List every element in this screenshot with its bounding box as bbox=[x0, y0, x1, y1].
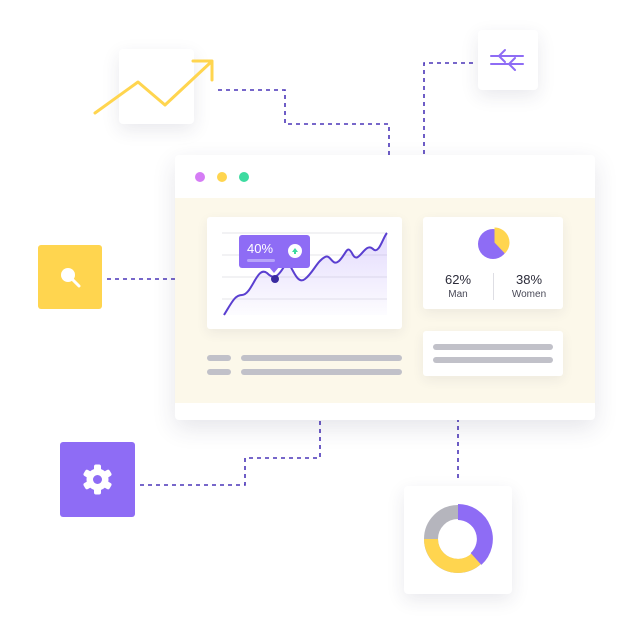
placeholder-bar bbox=[207, 369, 231, 375]
placeholder-bar bbox=[241, 355, 402, 361]
placeholder-bar bbox=[207, 355, 231, 361]
text-placeholder-panel bbox=[423, 331, 563, 376]
gear-icon bbox=[83, 464, 112, 495]
window-dot-1 bbox=[195, 172, 205, 182]
pie-stats-panel: 62% Man 38% Women bbox=[423, 217, 563, 309]
arrows-icon bbox=[490, 49, 524, 71]
donut-card bbox=[404, 486, 512, 594]
placeholder-bar bbox=[433, 344, 553, 350]
stat-women-label: Women bbox=[511, 289, 547, 300]
window-dot-2 bbox=[217, 172, 227, 182]
arrows-card bbox=[478, 30, 538, 90]
line-chart-panel bbox=[207, 217, 402, 329]
placeholder-bar bbox=[433, 357, 553, 363]
upload-icon bbox=[288, 244, 302, 258]
placeholder-bar bbox=[241, 369, 402, 375]
trend-up-arrow-icon bbox=[93, 59, 214, 115]
pie-chart bbox=[478, 227, 510, 259]
line-chart-marker bbox=[271, 275, 279, 283]
stat-man-label: Man bbox=[448, 289, 468, 300]
percent-badge-value: 40% bbox=[247, 241, 274, 256]
stat-women-value: 38% bbox=[515, 272, 543, 287]
search-button[interactable] bbox=[38, 245, 102, 309]
badge-underline bbox=[247, 259, 275, 262]
window-dot-3 bbox=[239, 172, 249, 182]
percent-badge: 40% bbox=[239, 235, 310, 273]
search-icon bbox=[61, 268, 81, 288]
settings-button[interactable] bbox=[60, 442, 135, 517]
line-chart bbox=[222, 232, 388, 316]
donut-chart-icon bbox=[424, 504, 493, 573]
stat-divider bbox=[493, 273, 494, 300]
stat-man-value: 62% bbox=[444, 272, 472, 287]
badge-pointer bbox=[269, 267, 279, 273]
